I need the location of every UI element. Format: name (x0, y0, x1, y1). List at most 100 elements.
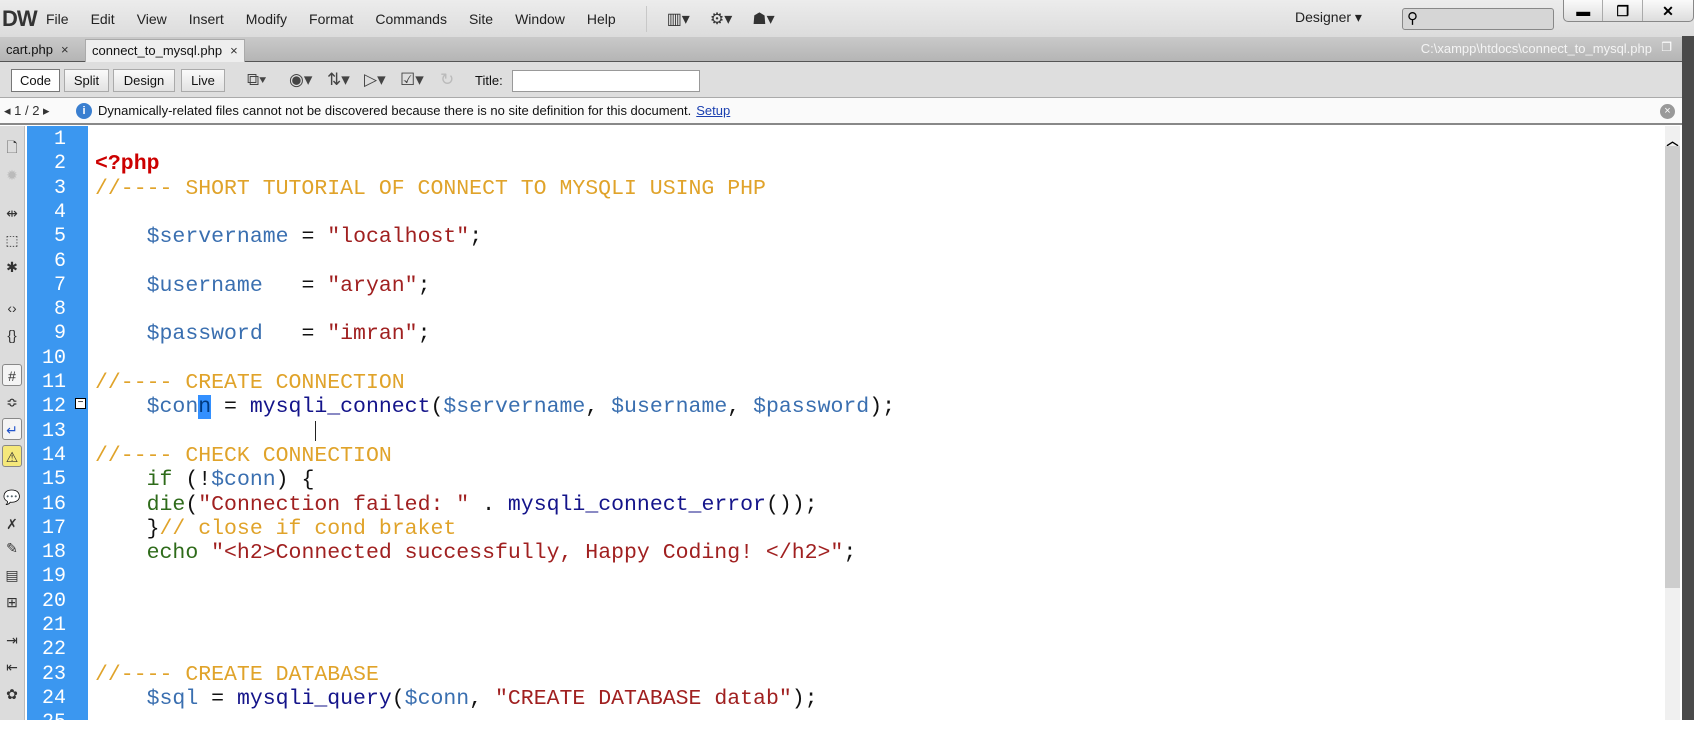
window-controls: ▬ ❐ ✕ (1563, 0, 1694, 22)
line-number: 17 (41, 516, 66, 540)
syntax-error-alerts-icon[interactable]: ⚠ (2, 445, 22, 467)
gear-icon[interactable]: ⚙▾ (710, 9, 732, 29)
file-path: C:\xampp\htdocs\connect_to_mysql.php (1420, 41, 1652, 56)
code-token-str: "imran" (327, 322, 418, 347)
workspace-label: Designer (1295, 9, 1352, 25)
indent-code-icon[interactable]: ⇥ (2, 629, 22, 651)
apply-comment-icon[interactable]: 💬 (2, 486, 22, 508)
title-input[interactable] (512, 70, 700, 92)
split-view-button[interactable]: Split (64, 69, 109, 92)
collapse-full-tag-icon[interactable]: ⇹ (2, 202, 22, 224)
code-token-str: "Connection failed: " (198, 492, 470, 517)
vertical-scrollbar[interactable]: ︿ (1665, 126, 1680, 720)
close-tab-icon[interactable]: × (230, 43, 238, 58)
code-token-com: //---- SHORT TUTORIAL OF CONNECT TO MYSQ… (95, 176, 766, 201)
workspace-switcher[interactable]: Designer ▾ (1295, 9, 1362, 26)
collapse-selection-icon[interactable]: ⬚ (2, 229, 22, 251)
code-token-op: = (262, 322, 328, 347)
code-token-com: // close if cond braket (159, 516, 457, 541)
show-code-navigator-icon[interactable]: ✹ (2, 164, 22, 186)
code-token-fn: mysqli_query (236, 686, 392, 711)
code-token-op (95, 395, 147, 419)
menu-window[interactable]: Window (515, 11, 565, 27)
restore-document-icon[interactable]: ❐ (1661, 40, 1672, 54)
close-info-icon[interactable]: × (1660, 104, 1675, 119)
code-token-op (95, 322, 147, 346)
code-token-op (95, 468, 147, 492)
expand-all-icon[interactable]: ✱ (2, 256, 22, 278)
menu-site[interactable]: Site (469, 11, 493, 27)
code-view-button[interactable]: Code (11, 69, 60, 92)
close-button[interactable]: ✕ (1643, 0, 1693, 21)
tab-connect-to-mysql[interactable]: connect_to_mysql.php × (85, 39, 245, 62)
menu-insert[interactable]: Insert (189, 11, 224, 27)
design-view-button[interactable]: Design (113, 69, 175, 92)
menu-edit[interactable]: Edit (91, 11, 115, 27)
open-documents-icon[interactable]: 🗋 (2, 136, 22, 158)
code-token-kw: die (146, 492, 186, 517)
layout-icon[interactable]: ▥▾ (667, 9, 690, 29)
line-number: 1 (53, 128, 66, 151)
check-browser-icon[interactable]: ☑▾ (400, 70, 424, 90)
setup-link[interactable]: Setup (696, 103, 730, 118)
code-token-com: //---- CHECK CONNECTION (95, 443, 392, 468)
menu-commands[interactable]: Commands (375, 11, 447, 27)
minimize-button[interactable]: ▬ (1564, 0, 1604, 21)
line-number: 6 (53, 249, 66, 273)
menu-help[interactable]: Help (587, 11, 616, 27)
coding-toolbar: 🗋 ✹ ⇹ ⬚ ✱ ‹› {} # ≎ ↵ ⚠ 💬 ✗ ✎ ▤ ⊞ ⇥ ⇤ ✿ (0, 126, 25, 720)
line-number: 22 (41, 638, 66, 662)
live-view-button[interactable]: Live (181, 69, 225, 92)
line-number: 5 (53, 225, 66, 249)
recent-snippets-icon[interactable]: ▤ (2, 564, 22, 586)
code-line: //---- SHORT TUTORIAL OF CONNECT TO MYSQ… (95, 177, 766, 201)
word-wrap-icon[interactable]: ↵ (2, 418, 22, 440)
select-parent-tag-icon[interactable]: ‹› (2, 297, 22, 319)
wrap-tag-icon[interactable]: ✎ (2, 537, 22, 559)
preview-browser-icon[interactable]: ◉▾ (289, 70, 312, 90)
balance-braces-icon[interactable]: {} (2, 324, 22, 346)
remove-comment-icon[interactable]: ✗ (2, 513, 22, 535)
fold-marker-icon[interactable]: − (75, 398, 86, 409)
multiscreen-icon[interactable]: ⧉▾ (247, 70, 266, 90)
code-token-fn: mysqli_connect_error (507, 492, 766, 517)
tab-cart-php[interactable]: cart.php × (0, 39, 75, 62)
document-tabs: cart.php × connect_to_mysql.php × C:\xampp… (0, 37, 1682, 62)
menu-view[interactable]: View (137, 11, 167, 27)
menu-format[interactable]: Format (309, 11, 353, 27)
info-icon: i (76, 103, 92, 119)
code-token-op: } (95, 516, 160, 541)
outdent-code-icon[interactable]: ⇤ (2, 656, 22, 678)
code-token-var: $sql (146, 686, 199, 711)
menu-modify[interactable]: Modify (246, 11, 287, 27)
menu-file[interactable]: File (46, 11, 69, 27)
move-css-icon[interactable]: ⊞ (2, 591, 22, 613)
info-pager[interactable]: ◂ 1 / 2 ▸ (4, 98, 50, 124)
w3c-validation-icon[interactable]: ▷▾ (364, 70, 386, 90)
code-token-op: ()); (765, 492, 818, 517)
code-token-op: , (585, 395, 612, 420)
code-token-str: "CREATE DATABASE datab" (495, 686, 792, 711)
format-source-icon[interactable]: ✿ (2, 683, 22, 705)
close-tab-icon[interactable]: × (61, 42, 69, 57)
scroll-thumb[interactable] (1665, 146, 1680, 588)
code-token-var: $servername (146, 225, 289, 250)
refresh-icon[interactable]: ↻ (440, 70, 454, 90)
line-number: 20 (41, 589, 66, 613)
code-token-fn: mysqli_connect (249, 395, 431, 420)
line-numbers-icon[interactable]: # (2, 364, 22, 386)
code-token-op: = (211, 395, 250, 420)
code-line: $sql = mysqli_query($conn, "CREATE DATAB… (95, 687, 818, 711)
code-token-str: "aryan" (327, 273, 418, 298)
code-token-op: ( (391, 686, 405, 711)
code-token-str: "localhost" (327, 225, 470, 250)
search-input[interactable]: ⚲ (1402, 8, 1554, 30)
site-icon[interactable]: ☗▾ (752, 9, 774, 29)
line-number: 11 (41, 371, 66, 394)
code-token-op: = (288, 225, 328, 250)
file-management-icon[interactable]: ⇅▾ (327, 70, 350, 90)
restore-button[interactable]: ❐ (1603, 0, 1643, 21)
highlight-invalid-code-icon[interactable]: ≎ (2, 391, 22, 413)
code-token-op: = (198, 686, 237, 711)
code-line: $servername = "localhost"; (95, 225, 483, 250)
